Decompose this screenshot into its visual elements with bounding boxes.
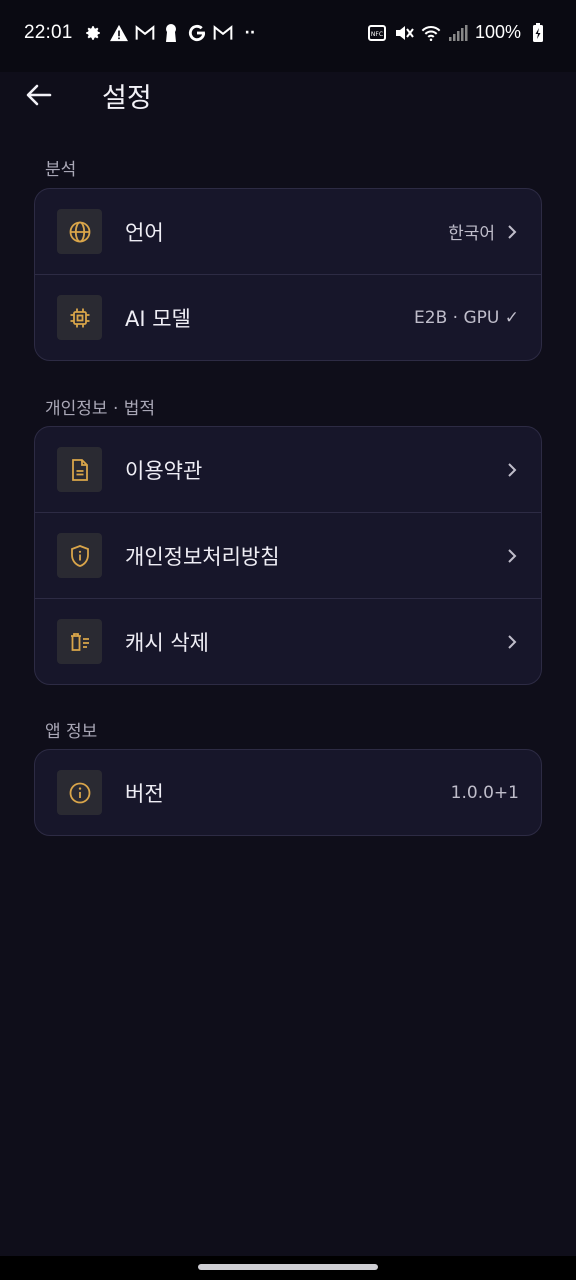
row-value — [505, 548, 519, 564]
section-label-privacy-legal: 개인정보 · 법적 — [45, 399, 156, 419]
battery-charging-icon — [528, 22, 548, 43]
chip-icon — [57, 295, 102, 340]
globe-icon — [57, 209, 102, 254]
row-label: 개인정보처리방침 — [125, 544, 280, 569]
ai-model-value: E2B · GPU ✓ — [414, 307, 519, 328]
settings-row-clear-cache[interactable]: 캐시 삭제 — [35, 598, 541, 684]
settings-row-privacy-policy[interactable]: 개인정보처리방침 — [35, 512, 541, 598]
warning-icon — [109, 23, 129, 43]
card-app-info: 버전 1.0.0+1 — [34, 749, 542, 836]
row-value — [505, 462, 519, 478]
status-bar: 22:01 ·· NFC 100% — [0, 0, 576, 72]
clear-cache-icon — [57, 619, 102, 664]
back-button[interactable] — [24, 80, 54, 110]
row-value: E2B · GPU ✓ — [414, 308, 519, 328]
chevron-right-icon — [505, 548, 519, 564]
status-bar-left: 22:01 ·· — [24, 22, 255, 44]
settings-row-terms[interactable]: 이용약관 — [35, 427, 541, 512]
battery-percent: 100% — [474, 22, 521, 42]
settings-row-ai-model[interactable]: AI 모델 E2B · GPU ✓ — [35, 274, 541, 360]
row-value: 1.0.0+1 — [451, 783, 519, 803]
mute-icon — [394, 23, 414, 43]
row-label: 이용약관 — [125, 458, 203, 483]
wifi-icon — [421, 23, 441, 43]
row-label: 언어 — [125, 220, 164, 245]
shield-info-icon — [57, 533, 102, 578]
settings-row-version[interactable]: 버전 1.0.0+1 — [35, 750, 541, 835]
nfc-icon: NFC — [367, 23, 387, 43]
chevron-right-icon — [505, 224, 519, 240]
navigation-bar — [0, 1256, 576, 1280]
settings-gear-icon — [83, 23, 103, 43]
svg-text:NFC: NFC — [371, 31, 383, 38]
info-icon — [57, 770, 102, 815]
status-time: 22:01 — [24, 22, 73, 43]
signal-icon — [448, 23, 468, 43]
row-label: AI 모델 — [125, 306, 191, 331]
back-arrow-icon — [26, 84, 52, 106]
gmail-icon — [135, 23, 155, 43]
home-gesture-handle[interactable] — [198, 1264, 378, 1270]
keyhole-icon — [161, 23, 181, 43]
chevron-right-icon — [505, 462, 519, 478]
google-icon — [187, 23, 207, 43]
language-value: 한국어 — [448, 224, 495, 244]
more-notifications-icon: ·· — [244, 25, 256, 41]
page-title: 설정 — [102, 83, 152, 114]
settings-row-language[interactable]: 언어 한국어 — [35, 189, 541, 274]
version-value: 1.0.0+1 — [450, 782, 519, 803]
app-bar: 설정 — [0, 72, 576, 118]
chevron-right-icon — [505, 634, 519, 650]
row-value — [505, 634, 519, 650]
row-label: 캐시 삭제 — [125, 630, 209, 655]
section-label-analysis: 분석 — [45, 160, 77, 180]
section-label-app-info: 앱 정보 — [45, 722, 98, 742]
card-privacy-legal: 이용약관 개인정보처리방침 캐시 삭제 — [34, 426, 542, 685]
gmail-icon-2 — [213, 23, 233, 43]
row-label: 버전 — [125, 781, 164, 806]
card-analysis: 언어 한국어 AI 모델 E2B · GPU ✓ — [34, 188, 542, 361]
row-value: 한국어 — [448, 219, 519, 244]
document-icon — [57, 447, 102, 492]
status-bar-right: NFC 100% — [367, 22, 548, 43]
